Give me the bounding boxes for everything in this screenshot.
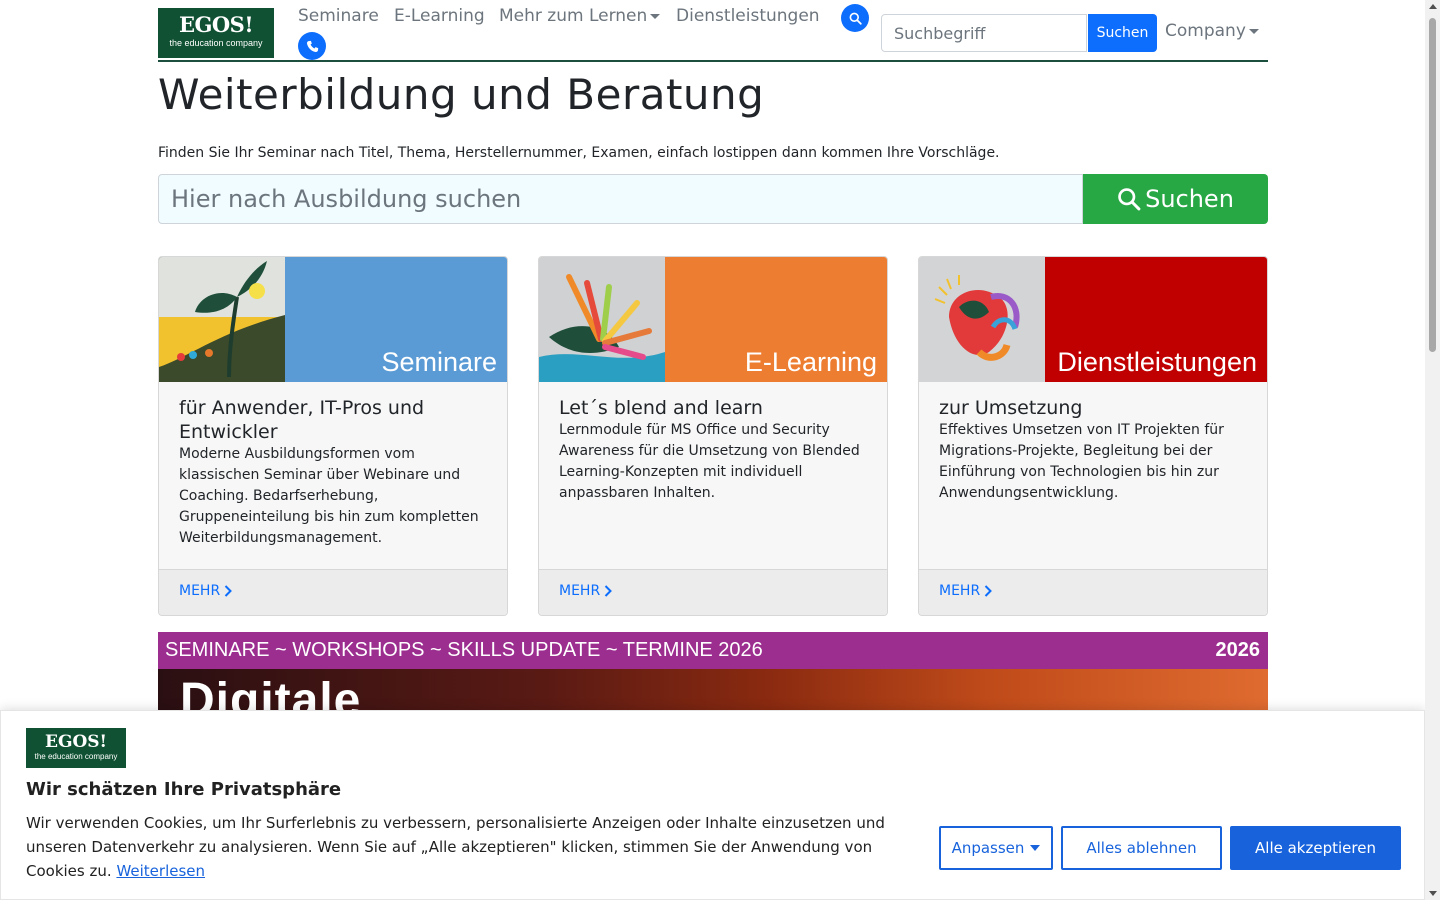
nav-company-dropdown[interactable]: Company (1165, 20, 1259, 42)
more-label: MEHR (559, 583, 601, 599)
main-navbar: EGOS! the education company Seminare E-L… (158, 0, 1268, 62)
course-search-input[interactable]: Hier nach Ausbildung suchen (158, 174, 1083, 224)
card-image-panel: Seminare (285, 257, 507, 382)
phone-icon-button[interactable] (298, 32, 326, 60)
search-icon-button[interactable] (841, 4, 869, 32)
card-title: zur Umsetzung (939, 397, 1083, 419)
card-footer: MEHR (159, 569, 507, 615)
card-image-label: E-Learning (744, 347, 877, 377)
cookie-title: Wir schätzen Ihre Privatsphäre (26, 779, 342, 800)
card-image-e-learning[interactable]: E-Learning (539, 257, 887, 382)
nav-item-dienstleistungen[interactable]: Dienstleistungen (676, 5, 820, 27)
nav-company-label: Company (1165, 21, 1246, 41)
cookie-logo-wordmark: EGOS! (44, 732, 108, 752)
card-artwork (159, 257, 285, 382)
card-text: Moderne Ausbildungsformen vom klassische… (179, 446, 479, 546)
page-scrollbar[interactable] (1425, 0, 1440, 900)
scrollbar-thumb[interactable] (1429, 18, 1436, 352)
card-text: Lernmodule für MS Office und Security Aw… (559, 422, 860, 501)
page-title: Weiterbildung und Beratung (158, 70, 765, 119)
banner-strip: SEMINARE ~ WORKSHOPS ~ SKILLS UPDATE ~ T… (158, 632, 1268, 669)
chevron-down-icon (1248, 28, 1259, 34)
card-footer: MEHR (539, 569, 887, 615)
card-image-label: Seminare (381, 347, 497, 377)
nav-search-button[interactable]: Suchen (1088, 14, 1157, 52)
cookie-logo-tagline: the education company (34, 752, 118, 761)
caret-down-icon (1030, 845, 1041, 851)
more-link-seminare[interactable]: MEHR (179, 583, 233, 599)
chevron-right-icon (224, 585, 233, 597)
egos-logo[interactable]: EGOS! the education company (158, 8, 274, 58)
nav-search-input[interactable]: Suchbegriff (881, 14, 1087, 52)
logo-wordmark: EGOS! (178, 12, 254, 37)
search-icon (849, 12, 862, 25)
more-link-e-learning[interactable]: MEHR (559, 583, 613, 599)
card-artwork (539, 257, 665, 382)
card-footer: MEHR (919, 569, 1267, 615)
card-e-learning: E-Learning Let´s blend and learn Lernmod… (538, 256, 888, 616)
card-image-label: Dienstleistungen (1057, 347, 1257, 377)
read-more-link[interactable]: Weiterlesen (116, 862, 205, 880)
nav-item-e-learning[interactable]: E-Learning (394, 5, 485, 27)
logo-tagline: the education company (169, 38, 263, 48)
card-dienstleistungen: Dienstleistungen zur Umsetzung Effektive… (918, 256, 1268, 616)
course-search-button-label: Suchen (1145, 185, 1234, 213)
scroll-up-icon[interactable] (1429, 4, 1437, 9)
cookie-text: Wir verwenden Cookies, um Ihr Surferlebn… (26, 811, 906, 883)
card-artwork (919, 257, 1045, 382)
nav-item-mehr-label: Mehr zum Lernen (499, 6, 648, 26)
chevron-down-icon (650, 13, 661, 19)
cookie-logo: EGOS! the education company (26, 728, 126, 768)
chevron-right-icon (984, 585, 993, 597)
more-link-dienstleistungen[interactable]: MEHR (939, 583, 993, 599)
card-image-dienstleistungen[interactable]: Dienstleistungen (919, 257, 1267, 382)
card-title: für Anwender, IT-Pros und Entwickler (179, 397, 425, 443)
nav-item-seminare[interactable]: Seminare (298, 5, 379, 27)
card-image-seminare[interactable]: Seminare (159, 257, 507, 382)
course-search-button[interactable]: Suchen (1083, 174, 1268, 224)
promo-banner[interactable]: SEMINARE ~ WORKSHOPS ~ SKILLS UPDATE ~ T… (158, 632, 1268, 722)
card-image-panel: E-Learning (665, 257, 887, 382)
phone-icon (306, 40, 318, 52)
card-image-panel: Dienstleistungen (1045, 257, 1267, 382)
card-title: Let´s blend and learn (559, 397, 763, 419)
reject-all-button[interactable]: Alles ablehnen (1061, 826, 1222, 870)
customize-button[interactable]: Anpassen (939, 826, 1053, 870)
customize-label: Anpassen (951, 839, 1025, 857)
card-seminare: Seminare für Anwender, IT-Pros und Entwi… (158, 256, 508, 616)
more-label: MEHR (179, 583, 221, 599)
banner-strip-text: SEMINARE ~ WORKSHOPS ~ SKILLS UPDATE ~ T… (165, 639, 763, 661)
accept-all-button[interactable]: Alle akzeptieren (1230, 826, 1401, 870)
cookie-consent-banner: EGOS! the education company Wir schätzen… (0, 710, 1425, 900)
banner-year: 2026 (1215, 639, 1261, 661)
card-text: Effektives Umsetzen von IT Projekten für… (939, 422, 1224, 501)
more-label: MEHR (939, 583, 981, 599)
search-icon (1118, 188, 1141, 211)
search-hint: Finden Sie Ihr Seminar nach Titel, Thema… (158, 145, 1000, 161)
nav-item-mehr-zum-lernen[interactable]: Mehr zum Lernen (499, 5, 661, 27)
scroll-down-icon[interactable] (1429, 891, 1437, 896)
chevron-right-icon (604, 585, 613, 597)
